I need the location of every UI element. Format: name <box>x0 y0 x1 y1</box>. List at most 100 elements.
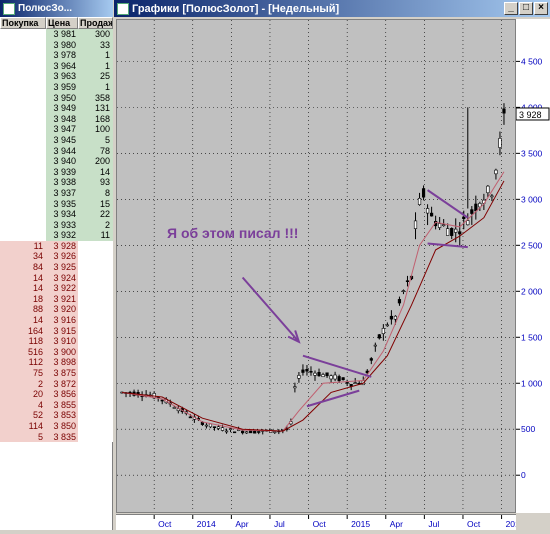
bid-row[interactable]: 88 3 920 <box>0 304 113 316</box>
bid-price: 3 920 <box>46 304 78 316</box>
ask-row[interactable]: 3 938 93 <box>0 177 113 188</box>
trend-annotation-line <box>302 354 372 378</box>
bid-row[interactable]: 11 3 928 <box>0 240 113 252</box>
column-header-sell[interactable]: Продажа <box>78 17 113 29</box>
bid-row[interactable]: 18 3 921 <box>0 293 113 305</box>
sell-qty <box>78 283 113 294</box>
ask-row[interactable]: 3 949 131 <box>0 103 113 114</box>
buy-qty: 5 <box>0 431 46 443</box>
bid-row[interactable]: 118 3 910 <box>0 336 113 347</box>
candle-body <box>494 169 498 175</box>
buy-qty: 2 <box>0 378 46 390</box>
bid-row[interactable]: 34 3 926 <box>0 251 113 263</box>
sell-qty: 14 <box>78 166 113 178</box>
sell-qty <box>78 399 113 411</box>
ask-row[interactable]: 3 932 11 <box>0 230 113 241</box>
price-axis-label: 3 000 <box>521 194 543 204</box>
ask-row[interactable]: 3 981 300 <box>0 29 113 40</box>
bid-row[interactable]: 14 3 916 <box>0 315 113 326</box>
buy-qty <box>0 230 46 241</box>
bid-row[interactable]: 14 3 924 <box>0 272 113 284</box>
ask-row[interactable]: 3 934 22 <box>0 209 113 220</box>
buy-qty <box>0 60 46 72</box>
ask-row[interactable]: 3 964 1 <box>0 60 113 72</box>
buy-qty <box>0 50 46 61</box>
column-header-price[interactable]: Цена <box>46 17 78 29</box>
candle-body <box>450 227 454 236</box>
order-book-rows: 3 981 300 3 980 33 3 978 1 3 964 1 3 963 25 3 959 1… <box>0 29 113 443</box>
buy-qty <box>0 29 46 40</box>
sell-qty: 25 <box>78 71 113 82</box>
candle-body <box>212 426 217 429</box>
candle-body <box>317 372 321 377</box>
close-button[interactable]: × <box>534 2 548 15</box>
buy-qty: 14 <box>0 315 46 326</box>
maximize-button[interactable]: □ <box>519 2 533 15</box>
ask-row[interactable]: 3 939 14 <box>0 166 113 178</box>
candle-body <box>393 315 398 320</box>
bid-row[interactable]: 112 3 898 <box>0 357 113 368</box>
ask-row[interactable]: 3 950 358 <box>0 92 113 104</box>
ask-row[interactable]: 3 944 78 <box>0 145 113 157</box>
time-axis[interactable]: Oct 2014 Apr Jul Oct 2015 Apr Jul Oct 2016 <box>116 514 525 530</box>
ask-price: 3 938 <box>46 177 78 188</box>
sell-qty: 168 <box>78 113 113 125</box>
sell-qty: 358 <box>78 92 113 104</box>
candle-body <box>309 370 313 373</box>
ask-row[interactable]: 3 963 25 <box>0 71 113 82</box>
price-axis-label: 1 000 <box>521 378 543 388</box>
buy-qty: 118 <box>0 336 46 347</box>
bid-price: 3 910 <box>46 336 78 347</box>
bid-row[interactable]: 52 3 853 <box>0 410 113 421</box>
ask-row[interactable]: 3 948 168 <box>0 113 113 125</box>
buy-qty: 34 <box>0 251 46 263</box>
sell-qty <box>78 389 113 400</box>
buy-qty: 20 <box>0 389 46 400</box>
ask-row[interactable]: 3 959 1 <box>0 81 113 93</box>
bid-row[interactable]: 114 3 850 <box>0 420 113 432</box>
buy-qty <box>0 209 46 220</box>
time-axis-label: Jul <box>274 519 285 529</box>
bid-row[interactable]: 14 3 922 <box>0 283 113 294</box>
order-book-titlebar[interactable]: ПолюсЗо... <box>0 0 113 17</box>
ask-row[interactable]: 3 935 15 <box>0 198 113 210</box>
sell-qty: 200 <box>78 156 113 167</box>
bid-row[interactable]: 20 3 856 <box>0 389 113 400</box>
buy-qty <box>0 156 46 167</box>
ask-price: 3 949 <box>46 103 78 114</box>
price-axis-label: 1 500 <box>521 332 543 342</box>
price-axis[interactable]: 0 500 1 000 1 500 2 000 2 500 3 000 3 500 4 000 4… <box>515 19 550 513</box>
chart-titlebar[interactable]: Графики [ПолюсЗолот] - [Недельный] _ □ × <box>114 0 550 17</box>
candle-body <box>200 421 205 425</box>
ask-price: 3 950 <box>46 92 78 104</box>
bid-row[interactable]: 164 3 915 <box>0 325 113 337</box>
candle-body <box>498 138 502 148</box>
candle-body <box>377 334 381 339</box>
ask-row[interactable]: 3 933 2 <box>0 219 113 231</box>
bid-row[interactable]: 53 835 <box>0 431 113 443</box>
ask-price: 3 980 <box>46 39 78 51</box>
bid-row[interactable]: 23 872 <box>0 378 113 390</box>
candle-body <box>385 324 389 327</box>
ask-row[interactable]: 3 980 33 <box>0 39 113 51</box>
ask-row[interactable]: 3 940 200 <box>0 156 113 167</box>
ask-row[interactable]: 3 947 100 <box>0 124 113 135</box>
price-chart-area[interactable]: Я об этом писал !!! <box>116 19 516 513</box>
column-header-buy[interactable]: Покупка <box>0 17 46 29</box>
time-axis-label: Oct <box>313 519 327 529</box>
last-price-label: 3 928 <box>519 110 542 120</box>
buy-qty: 84 <box>0 262 46 273</box>
bid-price: 3 850 <box>46 420 78 432</box>
bid-row[interactable]: 516 3 900 <box>0 346 113 358</box>
bid-row[interactable]: 43 855 <box>0 399 113 411</box>
ask-row[interactable]: 3 945 5 <box>0 134 113 146</box>
sell-qty: 100 <box>78 124 113 135</box>
minimize-button[interactable]: _ <box>504 2 518 15</box>
bid-row[interactable]: 75 3 875 <box>0 368 113 379</box>
ask-row[interactable]: 3 978 1 <box>0 50 113 61</box>
bid-price: 3 898 <box>46 357 78 368</box>
sell-qty <box>78 357 113 368</box>
ask-row[interactable]: 3 937 8 <box>0 187 113 199</box>
bid-row[interactable]: 84 3 925 <box>0 262 113 273</box>
sell-qty <box>78 262 113 273</box>
